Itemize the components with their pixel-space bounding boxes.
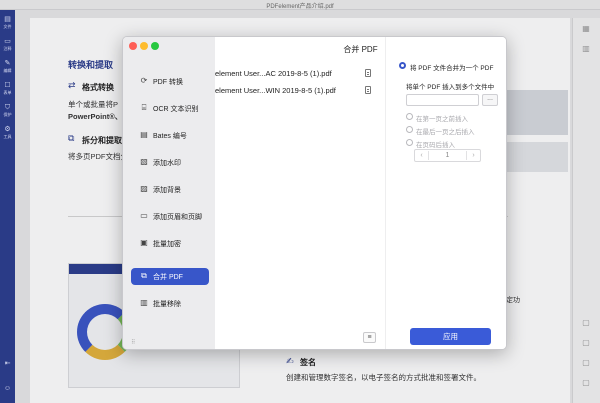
nav-ocr[interactable]: ⌸ OCR 文本识别 (131, 100, 209, 117)
resize-grip-icon: ⠿ (131, 340, 136, 346)
target-path-input[interactable] (406, 94, 479, 106)
nav-watermark[interactable]: ▧ 添加水印 (131, 154, 209, 171)
merge-into-one-label: 将 PDF 文件合并为一个 PDF (410, 65, 494, 72)
ocr-icon: ⌸ (141, 103, 147, 112)
insert-after-page-label: 在页码后插入 (416, 142, 455, 149)
background-icon: ▨ (140, 184, 148, 193)
merge-into-one-radio[interactable] (399, 62, 406, 69)
header-footer-icon: ▭ (140, 211, 148, 220)
file-name: element User...WIN 2019-8-5 (1).pdf (215, 86, 336, 95)
page-number-stepper[interactable]: ‹ 1 › (414, 149, 481, 162)
document-icon[interactable] (365, 69, 371, 77)
dialog-sidebar: ⟳ PDF 转换 ⌸ OCR 文本识别 ▤ Bates 编号 ▧ 添加水印 ▨ … (123, 37, 215, 349)
list-options-button[interactable]: ≡ (363, 332, 376, 343)
merge-icon: ⧉ (141, 271, 147, 280)
nav-batch-encrypt[interactable]: ▣ 批量加密 (131, 235, 209, 252)
nav-bates[interactable]: ▤ Bates 编号 (131, 127, 209, 144)
apply-button[interactable]: 应用 (410, 328, 491, 345)
insert-before-first-radio[interactable] (406, 113, 413, 120)
increment-button[interactable]: › (467, 150, 480, 161)
page-number-value[interactable]: 1 (428, 151, 467, 160)
insert-into-multiple-label: 将单个 PDF 插入到多个文件中 (406, 84, 495, 91)
nav-batch-remove[interactable]: ▥ 批量移除 (131, 295, 209, 312)
browse-button[interactable]: ... (482, 94, 498, 106)
insert-after-page-radio[interactable] (406, 139, 413, 146)
insert-after-last-label: 在最后一页之后插入 (416, 129, 475, 136)
nav-pdf-convert[interactable]: ⟳ PDF 转换 (131, 73, 209, 90)
zoom-window-button[interactable] (151, 42, 159, 50)
close-window-button[interactable] (129, 42, 137, 50)
file-row[interactable]: element User...AC 2019-8-5 (1).pdf (215, 65, 387, 83)
insert-before-first-label: 在第一页之前插入 (416, 116, 468, 123)
window-title: PDFelement产品介绍.pdf (266, 4, 334, 10)
bates-icon: ▤ (140, 130, 148, 139)
app-titlebar: PDFelement产品介绍.pdf (0, 0, 600, 10)
nav-merge-pdf[interactable]: ⧉ 合并 PDF (131, 268, 209, 285)
watermark-icon: ▧ (140, 157, 148, 166)
encrypt-icon: ▣ (140, 238, 148, 247)
nav-header-footer[interactable]: ▭ 添加页眉和页脚 (131, 208, 209, 225)
document-icon[interactable] (365, 86, 371, 94)
merge-pdf-dialog: ⟳ PDF 转换 ⌸ OCR 文本识别 ▤ Bates 编号 ▧ 添加水印 ▨ … (122, 36, 507, 350)
remove-icon: ▥ (140, 298, 148, 307)
decrement-button[interactable]: ‹ (415, 150, 428, 161)
merge-options-panel: 将 PDF 文件合并为一个 PDF 将单个 PDF 插入到多个文件中 ... 在… (385, 37, 506, 349)
minimize-window-button[interactable] (140, 42, 148, 50)
nav-background[interactable]: ▨ 添加背景 (131, 181, 209, 198)
file-row[interactable]: element User...WIN 2019-8-5 (1).pdf (215, 82, 387, 100)
file-name: element User...AC 2019-8-5 (1).pdf (215, 69, 332, 78)
convert-icon: ⟳ (140, 76, 148, 85)
insert-after-last-radio[interactable] (406, 126, 413, 133)
